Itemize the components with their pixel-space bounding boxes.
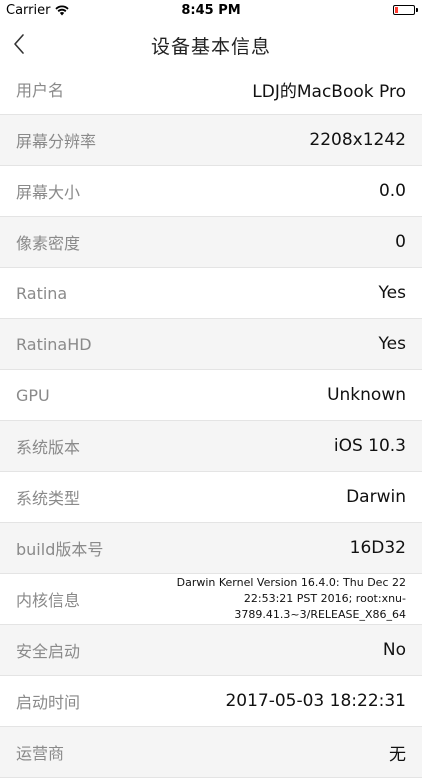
row-value: 16D32 <box>349 538 406 558</box>
row-value: 无 <box>389 744 406 765</box>
row-value: Yes <box>378 283 406 303</box>
row-label: 内核信息 <box>16 591 81 610</box>
row-label: 系统类型 <box>16 489 81 508</box>
row-system-type[interactable]: 系统类型 Darwin <box>0 472 422 523</box>
row-value: iOS 10.3 <box>333 436 406 456</box>
row-carrier[interactable]: 运营商 无 <box>0 727 422 778</box>
navigation-bar: 设备基本信息 <box>0 22 422 64</box>
row-label: build版本号 <box>16 540 104 559</box>
row-label: 屏幕分辨率 <box>16 132 97 151</box>
row-value: Darwin <box>346 487 406 507</box>
row-retina-hd[interactable]: RatinaHD Yes <box>0 319 422 370</box>
row-value: 0 <box>395 232 406 252</box>
battery-level <box>395 7 398 13</box>
row-value: LDJ的MacBook Pro <box>252 81 406 102</box>
page-title: 设备基本信息 <box>150 36 271 58</box>
row-label: 安全启动 <box>16 642 81 661</box>
row-value: 2017-05-03 18:22:31 <box>225 691 406 711</box>
status-bar: Carrier 8:45 PM <box>0 0 422 22</box>
row-system-version[interactable]: 系统版本 iOS 10.3 <box>0 421 422 472</box>
row-label: 运营商 <box>16 744 65 763</box>
row-value: Unknown <box>327 385 406 405</box>
device-info-list: 用户名 LDJ的MacBook Pro 屏幕分辨率 2208x1242 屏幕大小… <box>0 64 422 778</box>
row-label: Ratina <box>16 283 68 303</box>
row-value: 0.0 <box>378 181 406 201</box>
row-kernel-info[interactable]: 内核信息 Darwin Kernel Version 16.4.0: Thu D… <box>0 574 422 625</box>
row-label: 屏幕大小 <box>16 183 81 202</box>
row-label: 像素密度 <box>16 234 81 253</box>
row-secure-boot[interactable]: 安全启动 No <box>0 625 422 676</box>
row-screen-resolution[interactable]: 屏幕分辨率 2208x1242 <box>0 115 422 166</box>
row-build-number[interactable]: build版本号 16D32 <box>0 523 422 574</box>
row-value: 2208x1242 <box>309 130 406 150</box>
row-gpu[interactable]: GPU Unknown <box>0 370 422 421</box>
row-value: Yes <box>378 334 406 354</box>
row-label: 启动时间 <box>16 693 81 712</box>
row-screen-size[interactable]: 屏幕大小 0.0 <box>0 166 422 217</box>
row-label: RatinaHD <box>16 334 92 354</box>
status-time: 8:45 PM <box>181 3 241 18</box>
row-boot-time[interactable]: 启动时间 2017-05-03 18:22:31 <box>0 676 422 727</box>
row-label: GPU <box>16 385 50 405</box>
row-username[interactable]: 用户名 LDJ的MacBook Pro <box>0 64 422 115</box>
row-label: 系统版本 <box>16 438 81 457</box>
row-retina[interactable]: Ratina Yes <box>0 268 422 319</box>
row-value: Darwin Kernel Version 16.4.0: Thu Dec 22… <box>176 576 406 621</box>
row-pixel-density[interactable]: 像素密度 0 <box>0 217 422 268</box>
battery-icon <box>393 5 418 15</box>
row-label: 用户名 <box>16 81 65 100</box>
row-value: No <box>382 640 406 660</box>
